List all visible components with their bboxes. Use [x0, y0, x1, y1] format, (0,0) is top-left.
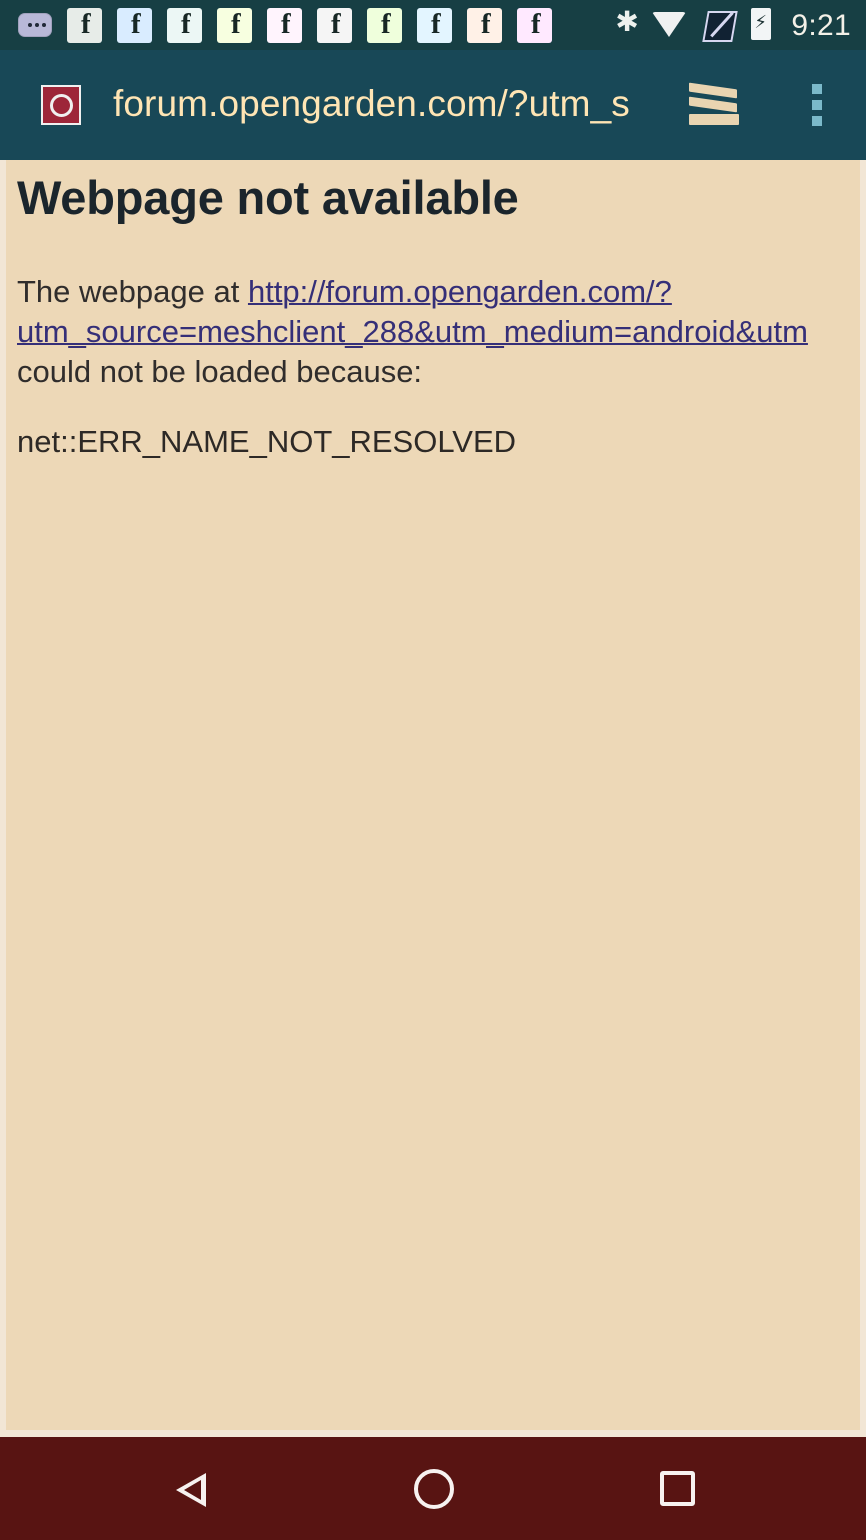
- error-code: net::ERR_NAME_NOT_RESOLVED: [17, 424, 517, 459]
- facebook-icon: [517, 7, 552, 43]
- android-navigation-bar: [0, 1437, 866, 1540]
- failed-url-link-part-1[interactable]: http://forum.opengarden.com/?: [248, 274, 672, 309]
- menu-dot: [812, 84, 822, 94]
- menu-dot: [812, 100, 822, 110]
- back-icon[interactable]: [172, 1470, 210, 1508]
- home-icon[interactable]: [414, 1469, 454, 1509]
- facebook-icon: [217, 7, 252, 43]
- notification-icons: [18, 7, 552, 43]
- facebook-icon: [117, 7, 152, 43]
- facebook-icon: [267, 7, 302, 43]
- facebook-icon: [317, 7, 352, 43]
- system-status-icons: 9:21: [614, 5, 851, 45]
- error-title: Webpage not available: [17, 171, 519, 224]
- failed-url-link-part-2[interactable]: utm_source=meshclient_288&utm_medium=and…: [17, 312, 866, 352]
- facebook-icon: [467, 7, 502, 43]
- menu-dot: [812, 116, 822, 126]
- bluetooth-icon: [614, 5, 638, 42]
- globe-icon[interactable]: [41, 85, 81, 125]
- facebook-icon: [367, 7, 402, 43]
- tabs-icon-layer: [689, 96, 737, 113]
- facebook-icon: [417, 7, 452, 43]
- facebook-icon: [167, 7, 202, 43]
- facebook-icon: [67, 7, 102, 43]
- message-prefix: The webpage at: [17, 274, 248, 309]
- address-bar[interactable]: forum.opengarden.com/?utm_s: [113, 78, 648, 130]
- tabs-icon-layer: [689, 82, 737, 99]
- recents-icon[interactable]: [660, 1471, 695, 1506]
- wifi-icon: [652, 10, 687, 40]
- status-bar: 9:21: [0, 0, 866, 50]
- message-icon: [18, 13, 52, 37]
- error-page: Webpage not available The webpage at htt…: [6, 160, 860, 1430]
- signal-icon: [701, 8, 735, 42]
- more-vertical-icon[interactable]: [809, 84, 825, 128]
- battery-charging-icon: [749, 7, 773, 43]
- status-time: 9:21: [791, 8, 851, 42]
- message-suffix: could not be loaded because:: [17, 354, 423, 389]
- tabs-icon-layer: [689, 114, 739, 125]
- android-browser-screen: 9:21 forum.opengarden.com/?utm_s Webpage…: [0, 0, 866, 1540]
- browser-toolbar: forum.opengarden.com/?utm_s: [0, 50, 866, 160]
- error-message: The webpage at http://forum.opengarden.c…: [17, 272, 866, 392]
- tabs-icon[interactable]: [689, 82, 742, 128]
